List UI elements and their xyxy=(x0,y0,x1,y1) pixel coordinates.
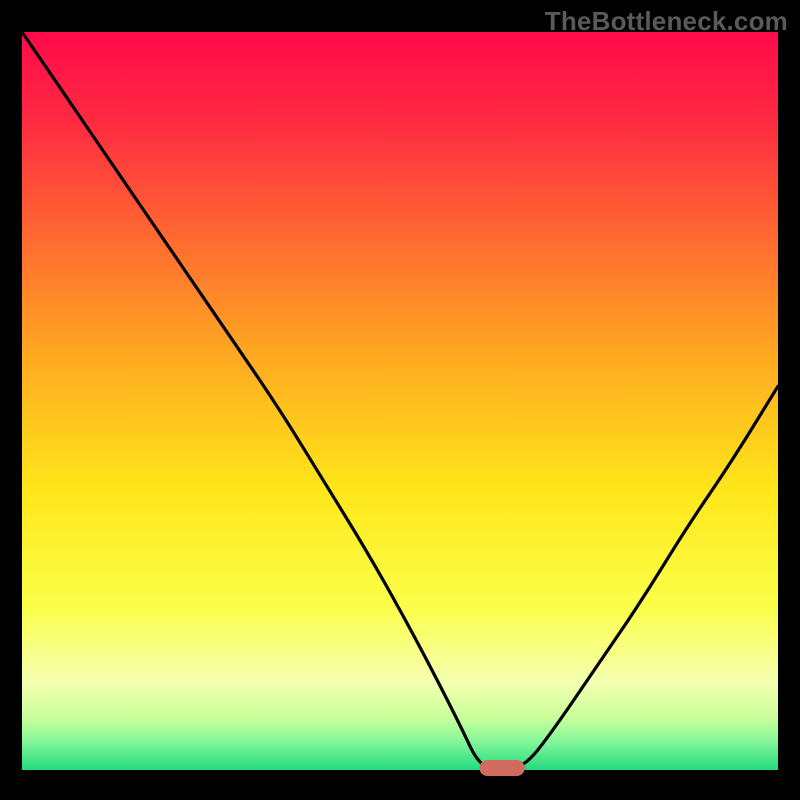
chart-svg xyxy=(0,0,800,800)
plot-area xyxy=(22,32,778,770)
watermark-text: TheBottleneck.com xyxy=(545,6,788,37)
chart-frame: TheBottleneck.com xyxy=(0,0,800,800)
minimum-marker xyxy=(479,760,524,776)
